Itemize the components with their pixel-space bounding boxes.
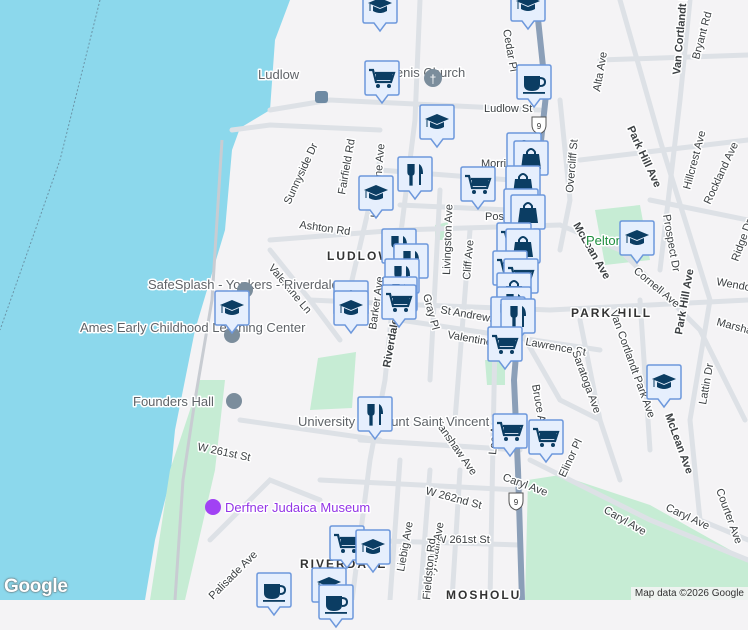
- school-marker[interactable]: [355, 529, 391, 575]
- cart-icon: [492, 413, 528, 458]
- school-marker[interactable]: [333, 290, 369, 336]
- school-marker[interactable]: [646, 364, 682, 410]
- svg-text:Rockland Ave: Rockland Ave: [702, 140, 741, 206]
- svg-text:9: 9: [514, 498, 519, 507]
- school-icon: [358, 175, 394, 220]
- food-marker[interactable]: [357, 396, 393, 442]
- svg-text:Ridge Dr: Ridge Dr: [730, 218, 748, 263]
- cart-icon: [487, 326, 523, 371]
- coffee-marker[interactable]: [516, 64, 552, 110]
- coffee-icon: [256, 572, 292, 617]
- svg-text:Livingston Ave: Livingston Ave: [441, 204, 455, 275]
- map-attribution: Map data ©2026 Google: [630, 587, 748, 600]
- restaurant-icon: [357, 396, 393, 441]
- cart-icon: [460, 166, 496, 211]
- school-marker[interactable]: [362, 0, 398, 34]
- svg-text:9: 9: [537, 122, 542, 131]
- svg-text:Ludlow: Ludlow: [258, 67, 300, 82]
- svg-text:Courter Ave: Courter Ave: [713, 487, 744, 546]
- neighborhood-label-mosholu: MOSHOLU: [446, 588, 521, 600]
- coffee-icon: [318, 584, 354, 629]
- svg-text:Sunnyside Dr: Sunnyside Dr: [282, 141, 321, 206]
- svg-text:Fairfield Rd: Fairfield Rd: [336, 138, 358, 195]
- cart-icon: [528, 419, 564, 464]
- cart-marker[interactable]: [364, 60, 400, 106]
- cart-icon: [381, 284, 417, 329]
- cart-icon: [364, 60, 400, 105]
- school-marker[interactable]: [214, 290, 250, 336]
- google-logo: Google: [4, 576, 68, 597]
- train-station-icon: [315, 91, 328, 103]
- svg-text:Marshall Rd: Marshall Rd: [715, 316, 748, 343]
- school-icon: [333, 290, 369, 335]
- school-icon: [646, 364, 682, 409]
- school-icon: [510, 0, 546, 31]
- school-icon: [214, 290, 250, 335]
- svg-text:Bryant Rd: Bryant Rd: [690, 10, 714, 60]
- school-pin-icon: [226, 393, 242, 409]
- cart-marker[interactable]: [528, 419, 564, 465]
- svg-text:Caryl Ave: Caryl Ave: [501, 472, 549, 499]
- school-marker[interactable]: [419, 104, 455, 150]
- school-marker[interactable]: [619, 220, 655, 266]
- svg-text:Ames Early Childhood Learning: Ames Early Childhood Learning Center: [80, 320, 306, 335]
- svg-text:Liebig Ave: Liebig Ave: [395, 521, 416, 573]
- svg-text:Derfner Judaica Museum: Derfner Judaica Museum: [225, 500, 370, 515]
- school-icon: [419, 104, 455, 149]
- svg-text:Cliff Ave: Cliff Ave: [461, 239, 476, 280]
- coffee-icon: [516, 64, 552, 109]
- svg-text:†: †: [430, 72, 437, 86]
- cart-marker[interactable]: [487, 326, 523, 372]
- svg-text:Hillcrest Ave: Hillcrest Ave: [681, 129, 708, 190]
- school-marker[interactable]: [510, 0, 546, 32]
- school-icon: [619, 220, 655, 265]
- school-icon: [355, 529, 391, 574]
- cart-marker[interactable]: [492, 413, 528, 459]
- school-icon: [362, 0, 398, 33]
- svg-text:University of Mount Saint Vinc: University of Mount Saint Vincent: [298, 414, 490, 429]
- coffee-marker[interactable]: [318, 584, 354, 630]
- restaurant-icon: [397, 156, 433, 201]
- coffee-marker[interactable]: [256, 572, 292, 618]
- cart-marker[interactable]: [460, 166, 496, 212]
- svg-text:Alta Ave: Alta Ave: [591, 51, 610, 93]
- svg-text:Wendover Rd: Wendover Rd: [715, 276, 748, 299]
- svg-text:Palisade Ave: Palisade Ave: [207, 549, 260, 600]
- school-marker[interactable]: [358, 175, 394, 221]
- svg-text:Founders Hall: Founders Hall: [133, 394, 214, 409]
- food-marker[interactable]: [397, 156, 433, 202]
- cart-marker[interactable]: [381, 284, 417, 330]
- museum-icon: [205, 499, 221, 515]
